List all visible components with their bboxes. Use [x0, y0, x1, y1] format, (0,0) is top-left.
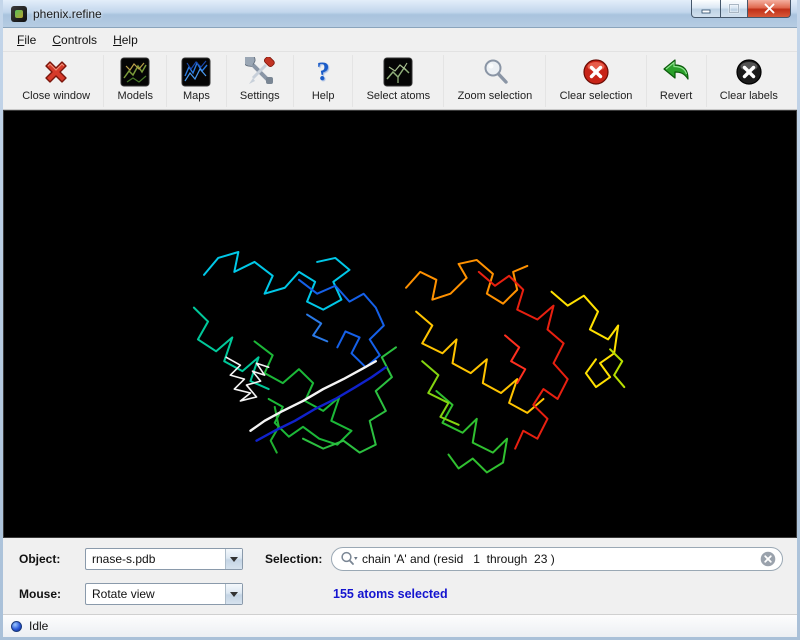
clear-selection-icon — [580, 56, 612, 88]
selection-input-value[interactable]: chain 'A' and (resid 1 through 23 ) — [362, 552, 760, 566]
selection-input[interactable]: chain 'A' and (resid 1 through 23 ) — [331, 547, 783, 571]
question-mark-glyph: ? — [317, 58, 330, 86]
status-bar: Idle — [3, 614, 797, 637]
close-button[interactable] — [747, 0, 791, 18]
menu-controls-rest: ontrols — [61, 33, 97, 47]
mouse-dropdown-value: Rotate view — [86, 587, 225, 601]
minimize-icon — [700, 4, 712, 14]
status-led-icon — [11, 621, 22, 632]
toolbar-label: Revert — [660, 90, 692, 102]
toolbar-label: Clear selection — [560, 90, 633, 102]
settings-icon — [244, 56, 276, 88]
mouse-dropdown[interactable]: Rotate view — [85, 583, 243, 605]
menu-file[interactable]: File — [9, 30, 44, 50]
mouse-dropdown-button[interactable] — [225, 584, 242, 604]
window-title: phenix.refine — [33, 7, 102, 21]
menu-help-mnemonic: H — [113, 33, 122, 47]
select-atoms-icon — [382, 56, 414, 88]
title-bar[interactable]: phenix.refine — [3, 0, 797, 28]
menu-bar: File Controls Help — [3, 28, 797, 52]
toolbar-label: Maps — [183, 90, 210, 102]
toolbar-label: Select atoms — [367, 90, 431, 102]
maximize-button[interactable] — [720, 0, 748, 18]
close-window-icon — [40, 56, 72, 88]
maps-icon — [180, 56, 212, 88]
revert-icon — [660, 56, 692, 88]
object-label: Object: — [19, 552, 85, 566]
close-window-button[interactable]: Close window — [9, 55, 104, 107]
clear-labels-icon — [733, 56, 765, 88]
toolbar-label: Help — [312, 90, 335, 102]
menu-controls[interactable]: Controls — [44, 30, 105, 50]
select-atoms-button[interactable]: Select atoms — [353, 55, 444, 107]
status-text: Idle — [29, 619, 48, 633]
chevron-down-icon — [230, 592, 238, 597]
maximize-icon — [728, 3, 740, 14]
toolbar: Close window Models Maps Settings ? Help — [3, 52, 797, 110]
clear-selection-button[interactable]: Clear selection — [546, 55, 646, 107]
close-icon — [763, 3, 776, 14]
toolbar-label: Clear labels — [720, 90, 778, 102]
toolbar-label: Zoom selection — [458, 90, 533, 102]
object-dropdown[interactable]: rnase-s.pdb — [85, 548, 243, 570]
help-icon: ? — [307, 56, 339, 88]
zoom-selection-icon — [479, 56, 511, 88]
maps-button[interactable]: Maps — [167, 55, 226, 107]
menu-help[interactable]: Help — [105, 30, 146, 50]
app-window: phenix.refine File Controls Help Close w… — [0, 0, 800, 640]
settings-button[interactable]: Settings — [227, 55, 294, 107]
toolbar-label: Models — [118, 90, 153, 102]
help-button[interactable]: ? Help — [294, 55, 353, 107]
menu-controls-mnemonic: C — [52, 33, 61, 47]
revert-button[interactable]: Revert — [647, 55, 707, 107]
clear-labels-button[interactable]: Clear labels — [707, 55, 792, 107]
menu-help-rest: elp — [122, 33, 138, 47]
zoom-selection-button[interactable]: Zoom selection — [444, 55, 546, 107]
clear-search-icon[interactable] — [760, 551, 776, 567]
object-dropdown-value: rnase-s.pdb — [86, 552, 225, 566]
minimize-button[interactable] — [691, 0, 721, 18]
chevron-down-icon — [230, 557, 238, 562]
toolbar-label: Settings — [240, 90, 280, 102]
molecule-viewport[interactable] — [3, 110, 797, 538]
toolbar-label: Close window — [22, 90, 90, 102]
atoms-selected-status: 155 atoms selected — [331, 587, 785, 601]
menu-file-rest: ile — [24, 33, 36, 47]
models-icon — [119, 56, 151, 88]
app-icon — [11, 6, 27, 22]
selection-label: Selection: — [245, 552, 331, 566]
window-controls — [692, 0, 791, 18]
models-button[interactable]: Models — [104, 55, 167, 107]
object-dropdown-button[interactable] — [225, 549, 242, 569]
search-icon[interactable] — [340, 551, 358, 567]
mouse-label: Mouse: — [19, 587, 85, 601]
molecule-render — [4, 111, 796, 537]
control-panel: Object: rnase-s.pdb Selection: chain 'A'… — [3, 538, 797, 614]
